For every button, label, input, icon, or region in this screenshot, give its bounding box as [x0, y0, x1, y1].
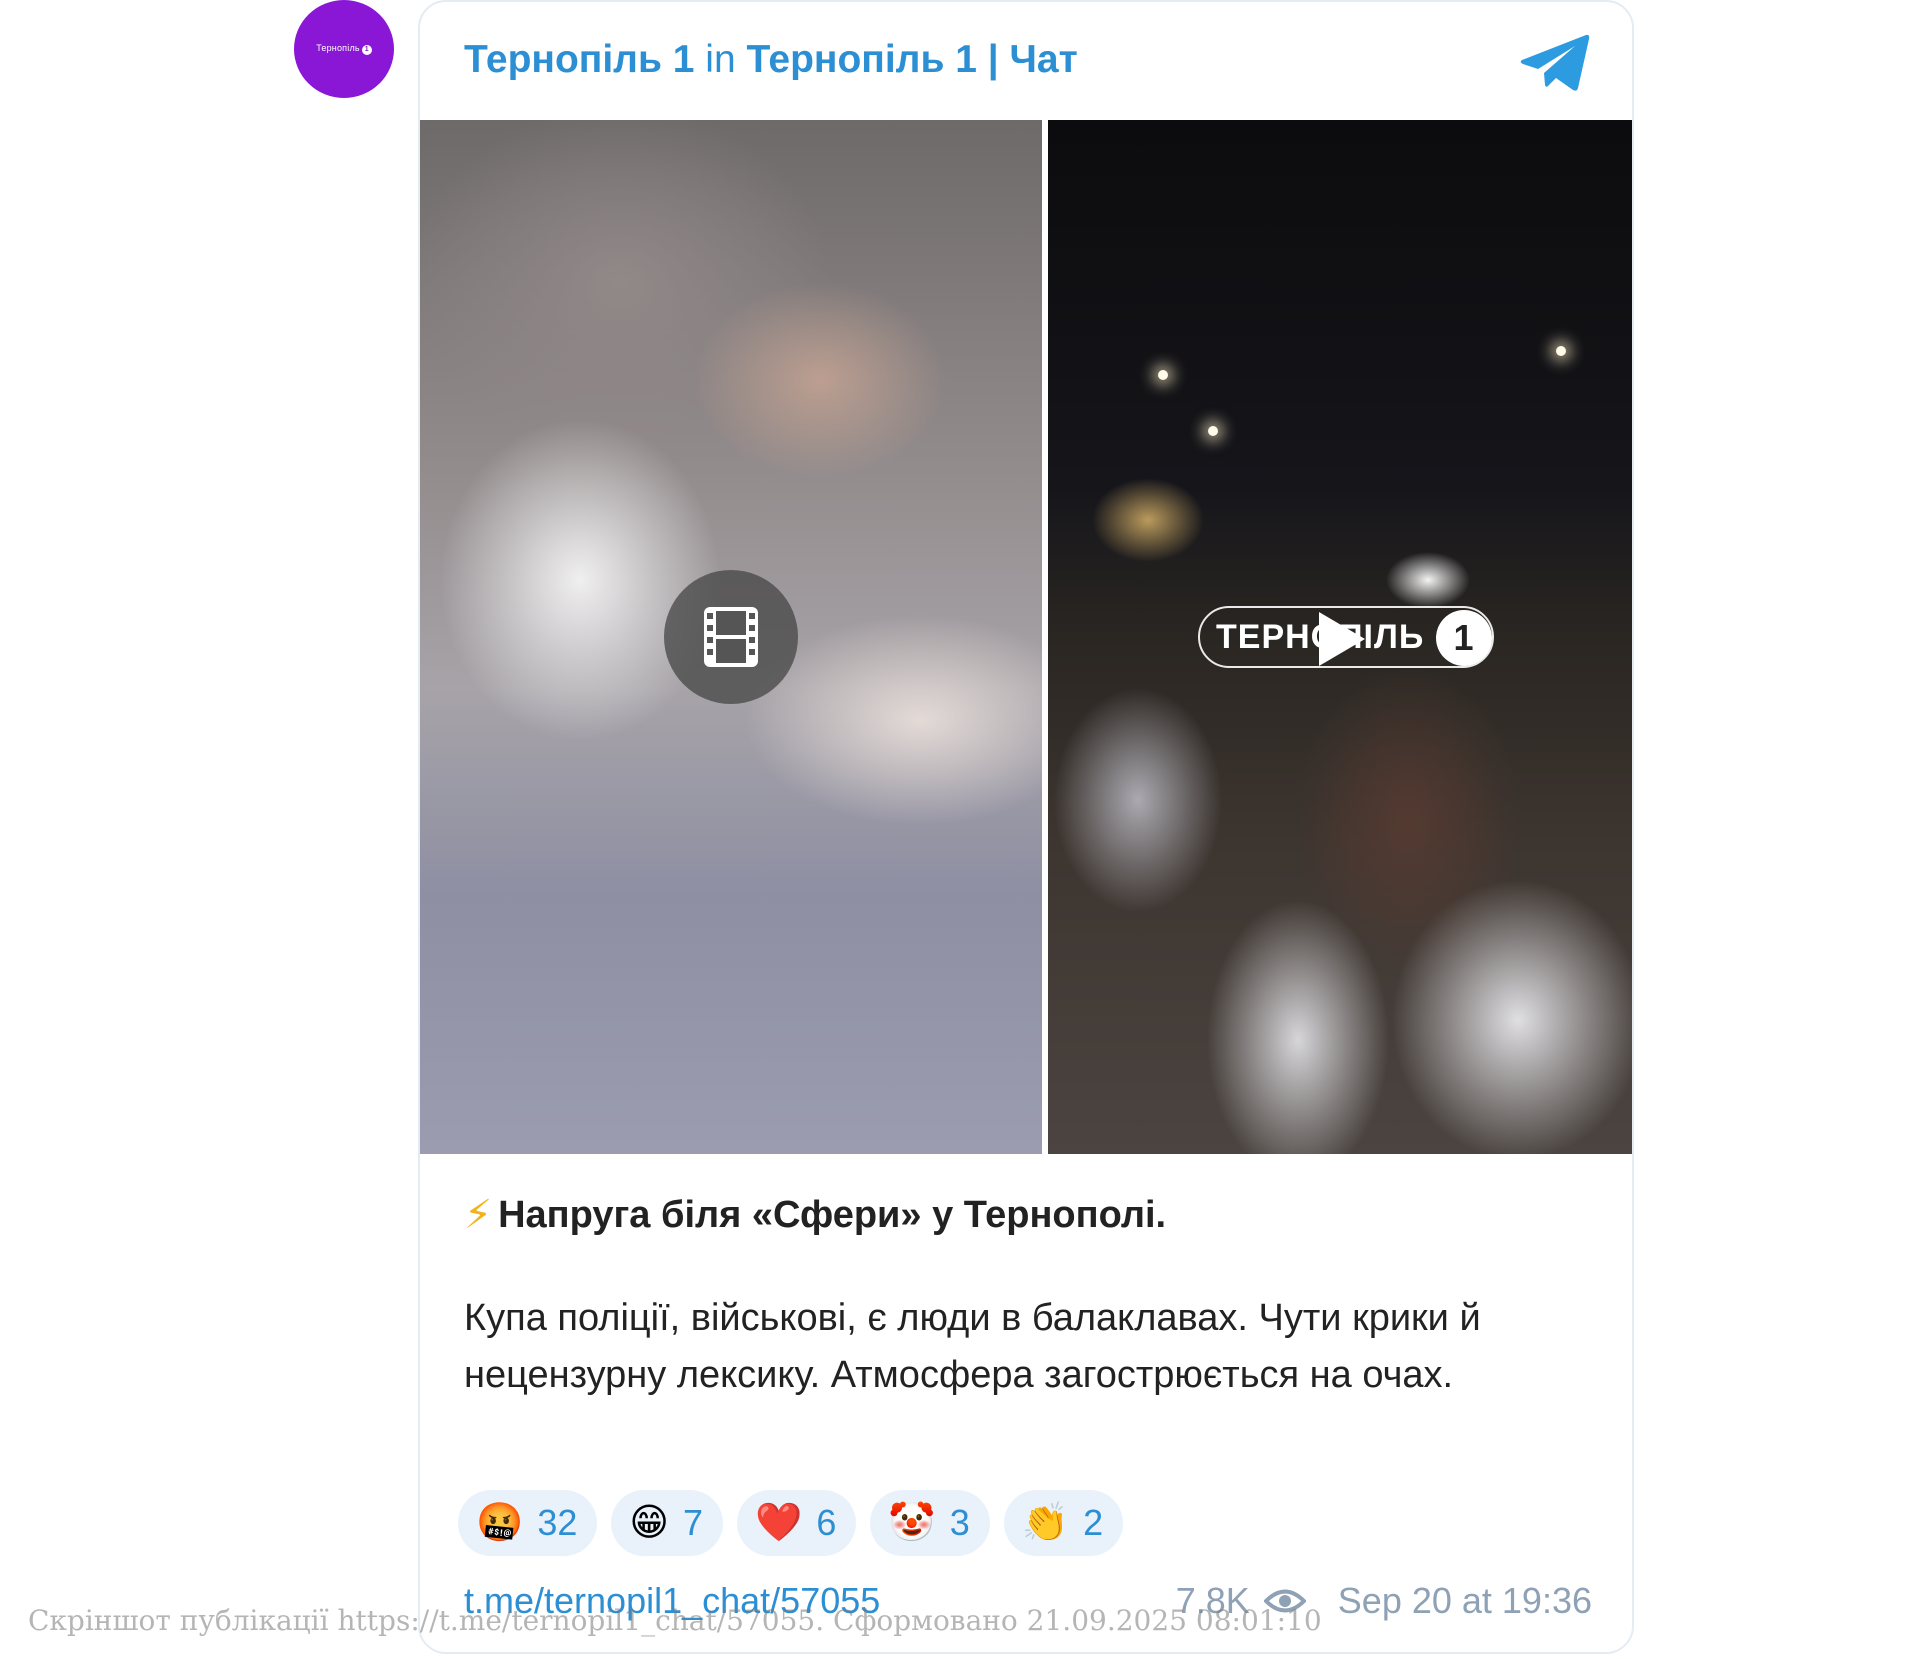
clapping-hands-icon: 👏 [1021, 1502, 1070, 1544]
media-grid: ТЕРНОПІЛЬ 1 [420, 120, 1632, 1154]
avatar-badge: 1 [361, 45, 372, 55]
in-word: in [705, 38, 736, 81]
street-lamp [1556, 346, 1566, 356]
reaction-grin[interactable]: 😁 7 [611, 1490, 724, 1556]
play-icon [1319, 612, 1365, 666]
reaction-cursing[interactable]: 🤬 32 [458, 1490, 598, 1556]
post-header: Тернопіль 1 in Тернопіль 1 | Чат [464, 38, 1078, 82]
reaction-clown[interactable]: 🤡 3 [870, 1490, 990, 1556]
play-button[interactable] [1306, 604, 1376, 674]
channel-avatar[interactable]: Тернопіль 1 [294, 0, 394, 98]
reaction-clap[interactable]: 👏 2 [1003, 1490, 1124, 1556]
cursing-face-icon: 🤬 [476, 1502, 524, 1544]
post-text: ⚡ Напруга біля «Сфери» у Тернополі. Купа… [464, 1192, 1584, 1404]
clown-face-icon: 🤡 [888, 1502, 936, 1544]
avatar-label: Тернопіль 1 [316, 43, 372, 55]
post-card: Тернопіль 1 in Тернопіль 1 | Чат 1 ⚡ Нап… [418, 0, 1634, 1654]
heart-icon: ❤️ [755, 1502, 803, 1544]
video-thumbnail-blurred[interactable] [420, 120, 1042, 1154]
street-lamp [1158, 370, 1168, 380]
screenshot-caption: Скріншот публікації https://t.me/ternopi… [28, 1604, 1322, 1637]
post-body: Купа поліції, військові, є люди в балакл… [464, 1297, 1481, 1396]
post-date: Sep 20 at 19:36 [1337, 1580, 1592, 1621]
reaction-count: 32 [537, 1502, 578, 1543]
post-title: ⚡ Напруга біля «Сфери» у Тернополі. [464, 1192, 1584, 1238]
lightning-emoji: ⚡ [464, 1193, 493, 1237]
street-lamp [1208, 426, 1218, 436]
channel-name-link[interactable]: Тернопіль 1 [464, 38, 694, 81]
post-title-text: Напруга біля «Сфери» у Тернополі. [498, 1193, 1167, 1236]
reaction-count: 2 [1083, 1502, 1104, 1543]
film-button[interactable] [664, 570, 798, 704]
reactions-bar: 🤬 32 😁 7 ❤️ 6 🤡 3 👏 2 [458, 1490, 1124, 1556]
reaction-heart[interactable]: ❤️ 6 [737, 1490, 857, 1556]
reaction-count: 6 [816, 1502, 837, 1543]
telegram-icon[interactable] [1518, 32, 1592, 94]
chat-name-link[interactable]: Тернопіль 1 | Чат [747, 38, 1078, 81]
video-thumbnail-street[interactable]: ТЕРНОПІЛЬ 1 [1048, 120, 1632, 1154]
avatar-label-text: Тернопіль [316, 43, 360, 53]
film-icon [704, 607, 758, 667]
watermark-badge: 1 [1436, 610, 1492, 666]
reaction-count: 7 [683, 1502, 704, 1543]
grinning-face-icon: 😁 [629, 1502, 669, 1544]
reaction-count: 3 [949, 1502, 970, 1543]
